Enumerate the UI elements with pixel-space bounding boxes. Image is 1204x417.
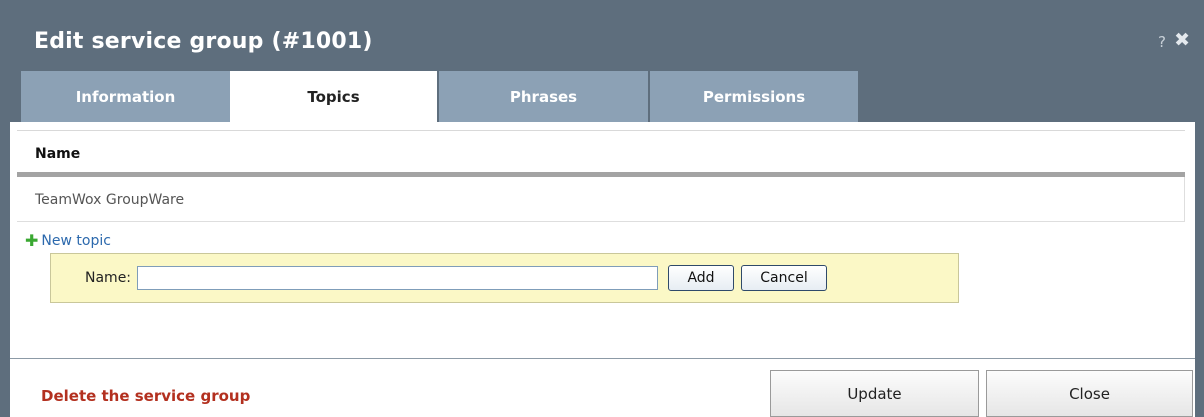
new-topic-form: Name: Add Cancel (50, 253, 959, 303)
help-icon[interactable]: ? (1158, 33, 1166, 51)
tab-label: Topics (307, 87, 360, 106)
dialog-content: Name TeamWox GroupWare ✚ New topic Name:… (10, 122, 1195, 417)
tab-label: Phrases (509, 87, 578, 106)
name-label: Name: (85, 270, 132, 286)
add-button[interactable]: Add (668, 265, 734, 291)
dialog-frame-left (0, 122, 10, 417)
dialog-titlebar: Edit service group (#1001) ? ✖ Informati… (0, 0, 1204, 122)
column-header-name: Name (35, 146, 81, 162)
delete-service-group-link[interactable]: Delete the service group (41, 387, 250, 405)
divider (17, 130, 1185, 131)
plus-icon: ✚ (25, 231, 39, 250)
topic-name: TeamWox GroupWare (35, 192, 185, 208)
tab-information[interactable]: Information (21, 71, 230, 122)
close-icon[interactable]: ✖ (1174, 29, 1190, 51)
footer-divider (10, 358, 1195, 359)
close-button[interactable]: Close (986, 370, 1193, 417)
dialog-frame-right (1195, 122, 1204, 417)
update-button[interactable]: Update (770, 370, 979, 417)
tab-label: Information (75, 87, 176, 106)
new-topic-link[interactable]: ✚ New topic (25, 231, 111, 250)
topic-name-input[interactable] (137, 266, 658, 290)
table-row[interactable]: TeamWox GroupWare (17, 177, 1185, 222)
tab-phrases[interactable]: Phrases (439, 71, 648, 122)
tab-topics[interactable]: Topics (230, 71, 437, 122)
cancel-button[interactable]: Cancel (741, 265, 827, 291)
tab-label: Permissions (702, 87, 806, 106)
tab-permissions[interactable]: Permissions (650, 71, 858, 122)
dialog-title: Edit service group (#1001) (34, 29, 373, 54)
new-topic-label: New topic (41, 233, 111, 249)
